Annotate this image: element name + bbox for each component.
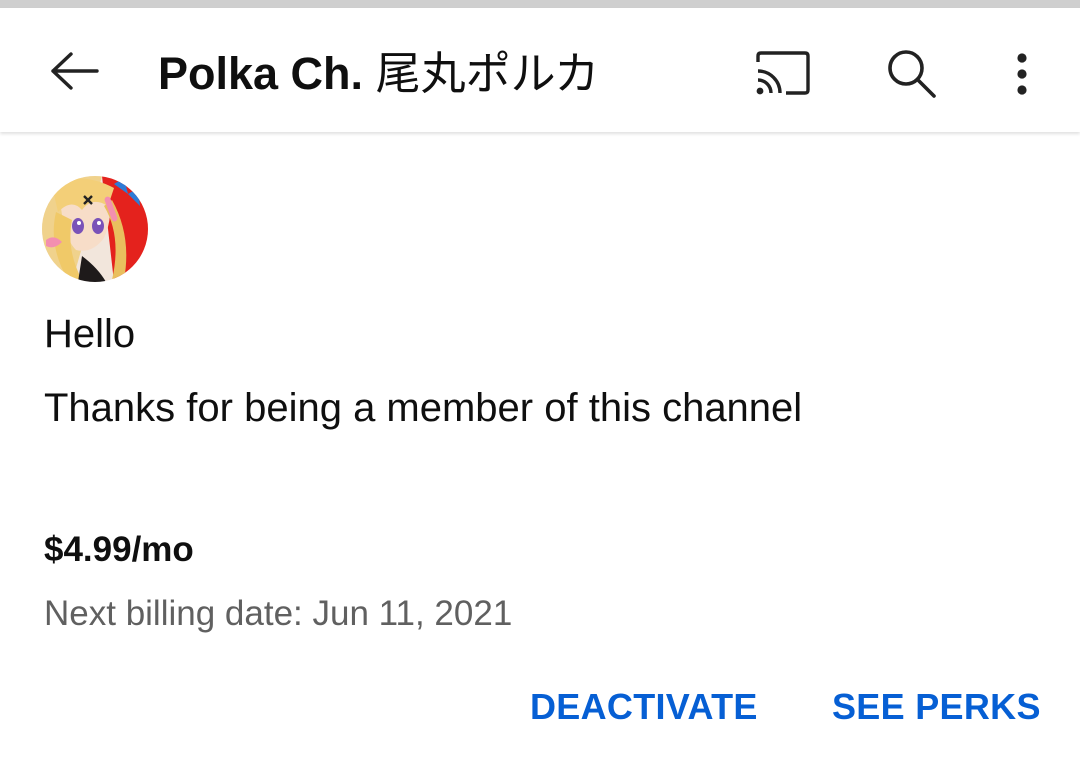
cast-icon — [756, 51, 810, 95]
greeting-text: Hello — [44, 312, 136, 356]
more-vert-icon — [1017, 53, 1027, 95]
channel-avatar — [42, 176, 148, 282]
deactivate-button[interactable]: DEACTIVATE — [530, 686, 758, 728]
avatar-illustration — [42, 176, 148, 282]
back-arrow-icon — [51, 52, 99, 90]
channel-name-jp: 尾丸ポルカ — [375, 47, 600, 100]
membership-price: $4.99/mo — [44, 530, 194, 569]
membership-message: Thanks for being a member of this channe… — [44, 386, 803, 430]
status-bar-edge — [0, 0, 1080, 8]
channel-name: Polka Ch. — [158, 48, 364, 99]
more-options-button[interactable] — [1000, 44, 1044, 104]
see-perks-button[interactable]: SEE PERKS — [832, 686, 1041, 728]
back-button[interactable] — [46, 46, 102, 96]
next-billing-date: Next billing date: Jun 11, 2021 — [44, 594, 513, 633]
app-bar: Polka Ch. 尾丸ポルカ — [0, 8, 1080, 132]
page-title: Polka Ch. 尾丸ポルカ — [158, 44, 599, 104]
search-icon — [888, 50, 936, 98]
cast-button[interactable] — [752, 46, 814, 100]
search-button[interactable] — [882, 44, 940, 102]
